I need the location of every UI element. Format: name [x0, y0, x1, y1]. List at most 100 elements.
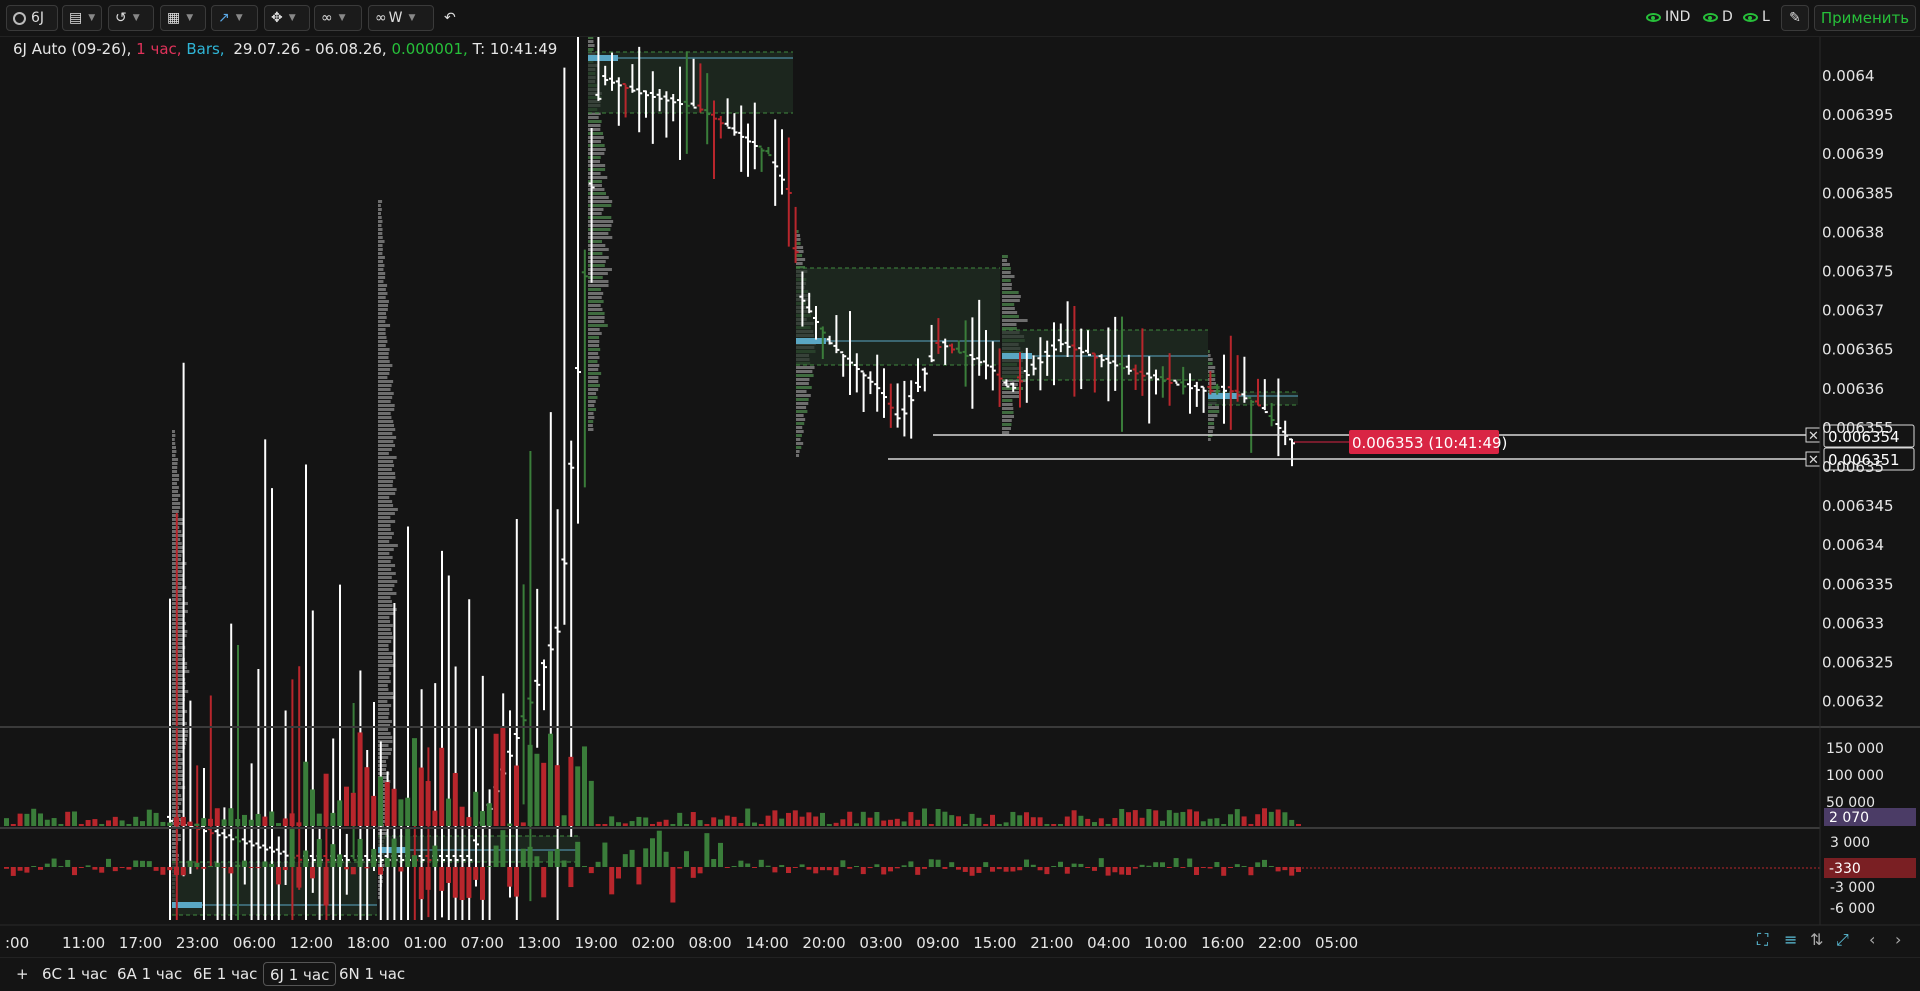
profile-bin	[378, 580, 398, 583]
tab-6j[interactable]: 6J 1 час	[263, 962, 337, 986]
profile-bin	[796, 390, 807, 393]
toggle-l[interactable]: L	[1743, 9, 1770, 25]
delta-bar	[1221, 867, 1227, 876]
profile-bin	[588, 128, 601, 131]
delta-bar	[1112, 867, 1118, 873]
delta-bar	[772, 867, 778, 873]
scale-icon[interactable]: ⇅	[1810, 930, 1823, 949]
time-tick-label: 01:00	[404, 934, 447, 952]
volume-bar	[650, 824, 655, 826]
profile-bin	[378, 328, 386, 331]
delta-bar	[174, 867, 179, 876]
profile-bin	[378, 240, 385, 243]
volume-bar	[908, 812, 914, 826]
volume-bar	[323, 773, 329, 826]
delta-bar	[1187, 858, 1193, 867]
profile-bin	[588, 300, 604, 303]
volume-bar	[1119, 808, 1125, 826]
delta-bar	[738, 860, 744, 867]
delta-bar	[1160, 862, 1165, 867]
toggle-ind[interactable]: IND	[1646, 9, 1690, 25]
delta-bar	[425, 867, 431, 890]
volume-bar	[786, 812, 791, 826]
history-button[interactable]: ↺ ▼	[108, 5, 154, 31]
delta-bar	[221, 867, 227, 868]
profile-bin	[378, 644, 389, 647]
volume-bar	[1194, 811, 1199, 826]
price-tick-label: 0.00638	[1822, 223, 1884, 241]
profile-bin	[378, 604, 393, 607]
profile-bin	[378, 324, 391, 327]
symbol-search[interactable]: 6J	[6, 5, 58, 31]
profile-bin	[172, 438, 175, 441]
profile-bin	[1002, 279, 1011, 282]
volume-bar	[1132, 810, 1138, 826]
profile-bin	[378, 368, 390, 371]
price-tick-label: 0.006325	[1822, 654, 1894, 672]
undo-button[interactable]: ↶	[438, 5, 464, 31]
tick-label: 0.000001,	[391, 40, 468, 58]
volume-bar	[738, 823, 744, 826]
history-icon: ↺	[115, 10, 127, 26]
profile-bin	[172, 510, 179, 513]
toggle-d[interactable]: D	[1703, 9, 1733, 25]
symbol-label: 6J	[31, 10, 45, 26]
pencil-button[interactable]: ✎	[1781, 5, 1809, 31]
profile-bin	[172, 734, 188, 737]
profile-bin	[1208, 406, 1220, 409]
delta-bar	[718, 842, 723, 867]
profile-bin	[588, 416, 595, 419]
profile-bin	[378, 344, 386, 347]
price-tick-label: 0.00637	[1822, 302, 1884, 320]
indicator-button[interactable]: ↗ ▼	[211, 5, 258, 31]
time-tick-label: 07:00	[461, 934, 504, 952]
delta-bar	[1071, 863, 1077, 867]
calendar-button[interactable]: ▦ ▼	[160, 5, 206, 31]
profile-bin	[588, 364, 600, 367]
volume-bar	[1058, 824, 1063, 826]
apply-button[interactable]: Применить	[1814, 5, 1916, 31]
volume-bar	[357, 732, 363, 826]
fullscreen-icon[interactable]: ⛶	[1757, 930, 1768, 950]
volume-bar	[792, 810, 798, 826]
volume-bar	[643, 817, 649, 826]
profile-bin	[378, 600, 392, 603]
scroll-right-icon[interactable]: ›	[1895, 930, 1901, 949]
volume-bar	[568, 756, 574, 826]
settings-lines-icon[interactable]: ≡	[1784, 930, 1797, 949]
tab-6c[interactable]: 6C 1 час	[36, 962, 113, 986]
profile-bin	[378, 280, 384, 283]
scroll-left-icon[interactable]: ‹	[1869, 930, 1875, 949]
profile-bin	[172, 494, 181, 497]
add-tab-button[interactable]: +	[10, 962, 35, 986]
volume-bar	[119, 820, 125, 826]
link-button[interactable]: ∞ ▼	[314, 5, 362, 31]
delta-bar	[704, 833, 710, 867]
delta-bar	[31, 866, 37, 867]
profile-bin	[172, 434, 176, 437]
time-tick-label: 11:00	[62, 934, 105, 952]
template-button[interactable]: ▤ ▼	[62, 5, 102, 31]
delta-bar	[378, 867, 383, 875]
interval-button[interactable]: ∞ W ▼	[368, 5, 434, 31]
tab-6e[interactable]: 6E 1 час	[187, 962, 263, 986]
time-tick-label: 17:00	[119, 934, 162, 952]
profile-bin	[172, 602, 188, 605]
toggle-l-label: L	[1762, 9, 1770, 25]
price-chart[interactable]: ✕✕0.006353 (10:41:49) 0.0063540.006351 0.…	[0, 0, 1920, 957]
volume-bar	[10, 824, 16, 826]
profile-bin	[378, 764, 387, 767]
tab-6n[interactable]: 6N 1 час	[333, 962, 411, 986]
pencil-icon: ✎	[1789, 10, 1801, 26]
delta-bar	[167, 867, 173, 871]
volume-bar	[983, 824, 989, 826]
profile-bin	[378, 244, 383, 247]
volume-bar	[78, 824, 84, 826]
tab-6a[interactable]: 6A 1 час	[111, 962, 188, 986]
volume-bar	[4, 818, 9, 826]
expand-icon[interactable]: ⤢	[1836, 930, 1849, 950]
profile-bin	[378, 572, 396, 575]
delta-bar	[1139, 864, 1145, 867]
crosshair-button[interactable]: ✥ ▼	[264, 5, 310, 31]
volume-bar	[820, 812, 825, 826]
